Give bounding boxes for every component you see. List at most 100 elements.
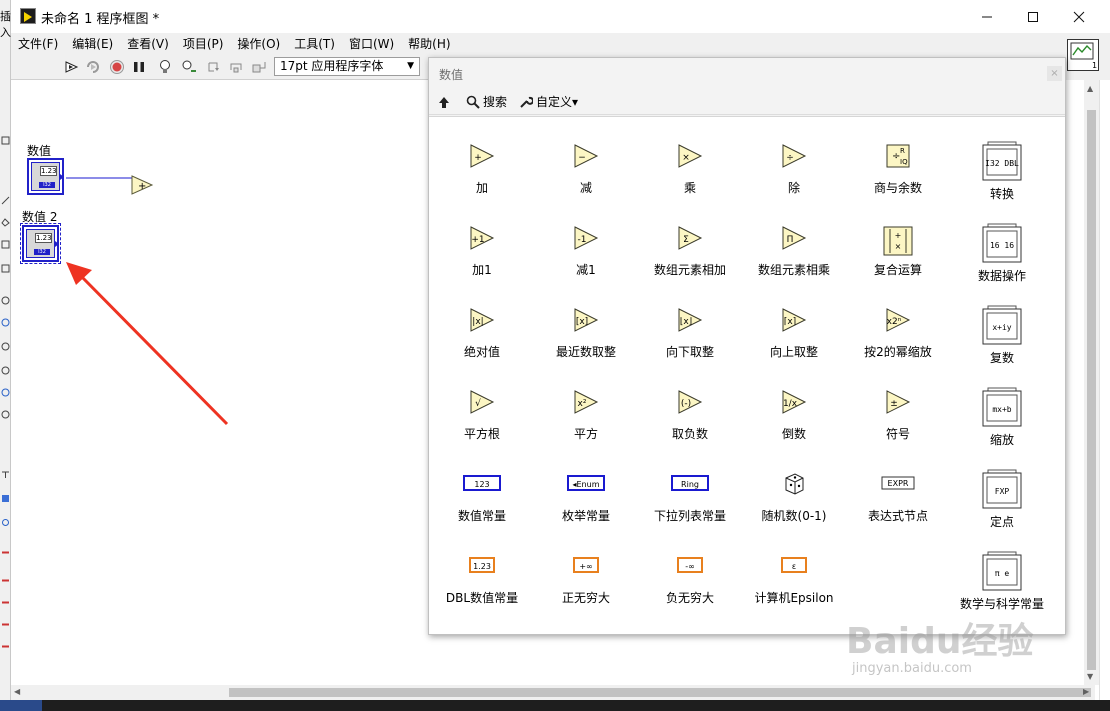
- run-continuously-icon[interactable]: [85, 59, 101, 75]
- palette-item[interactable]: √ 平方根: [430, 385, 534, 465]
- palette-item[interactable]: FXP 定点: [950, 467, 1054, 547]
- palette-item[interactable]: ⌈x⌉ 向上取整: [742, 303, 846, 383]
- tool-icon[interactable]: [1, 494, 10, 503]
- palette-item[interactable]: +∞ 正无穷大: [534, 549, 638, 629]
- add-function-node[interactable]: +: [131, 175, 154, 195]
- palette-item[interactable]: EXPR 表达式节点: [846, 467, 950, 547]
- palette-item[interactable]: 1/x 倒数: [742, 385, 846, 465]
- step-over-icon[interactable]: [229, 59, 245, 75]
- palette-search-button[interactable]: 搜索: [466, 93, 507, 110]
- tool-icon[interactable]: [1, 642, 10, 651]
- tool-icon[interactable]: [1, 576, 10, 585]
- palette-item[interactable]: 1.23 DBL数值常量: [430, 549, 534, 629]
- vertical-scrollbar[interactable]: ▲ ▼: [1084, 80, 1099, 685]
- minimize-button[interactable]: [964, 0, 1010, 33]
- palette-item[interactable]: 16 16 数据操作: [950, 221, 1054, 301]
- palette-item[interactable]: x2ⁿ 按2的幂缩放: [846, 303, 950, 383]
- tool-icon[interactable]: [1, 342, 10, 351]
- palette-customize-button[interactable]: 自定义▾: [519, 93, 578, 110]
- tool-icon[interactable]: [1, 318, 10, 327]
- menu-operate[interactable]: 操作(O): [230, 35, 287, 52]
- menu-tools[interactable]: 工具(T): [287, 35, 342, 52]
- menu-edit[interactable]: 编辑(E): [65, 35, 120, 52]
- retain-wire-values-icon[interactable]: [181, 59, 197, 75]
- numeric-control-terminal-2[interactable]: 1.23 I32: [20, 223, 61, 264]
- palette-close-button[interactable]: ×: [1047, 66, 1062, 81]
- maximize-button[interactable]: [1010, 0, 1056, 33]
- palette-item[interactable]: + 加: [430, 139, 534, 219]
- palette-item[interactable]: ÷ R IQ 商与余数: [846, 139, 950, 219]
- tool-icon[interactable]: [1, 218, 10, 227]
- scroll-right-icon[interactable]: ▶: [1083, 687, 1089, 696]
- abort-icon[interactable]: [109, 59, 125, 75]
- palette-item[interactable]: Π 数组元素相乘: [742, 221, 846, 301]
- palette-item[interactable]: 123 数值常量: [430, 467, 534, 547]
- function-icon: EXPR: [878, 473, 918, 496]
- tool-icon[interactable]: [1, 264, 10, 273]
- tool-icon[interactable]: [1, 136, 10, 145]
- menu-help[interactable]: 帮助(H): [401, 35, 457, 52]
- tool-icon[interactable]: [1, 620, 10, 629]
- palette-item[interactable]: ± 符号: [846, 385, 950, 465]
- tool-icon[interactable]: [1, 296, 10, 305]
- palette-item[interactable]: Ring 下拉列表常量: [638, 467, 742, 547]
- scroll-up-icon[interactable]: ▲: [1087, 84, 1093, 93]
- horizontal-scroll-thumb[interactable]: [229, 688, 1091, 697]
- palette-item[interactable]: Σ 数组元素相加: [638, 221, 742, 301]
- tool-icon[interactable]: [1, 196, 10, 205]
- menu-view[interactable]: 查看(V): [120, 35, 176, 52]
- vertical-scroll-thumb[interactable]: [1087, 110, 1096, 670]
- tool-icon[interactable]: [1, 410, 10, 419]
- scroll-left-icon[interactable]: ◀: [14, 687, 20, 696]
- menu-project[interactable]: 项目(P): [176, 35, 231, 52]
- font-select-value: 17pt 应用程序字体: [280, 59, 384, 73]
- numeric-control-terminal[interactable]: 1.23 I32: [27, 158, 64, 195]
- highlight-execution-icon[interactable]: [157, 59, 173, 75]
- tool-icon[interactable]: [1, 366, 10, 375]
- node-label-numeric-2[interactable]: 数值 2: [22, 208, 57, 225]
- tool-icon[interactable]: [1, 518, 10, 527]
- node-label-numeric[interactable]: 数值: [27, 142, 51, 159]
- function-icon: ÷ R IQ: [885, 143, 911, 172]
- tool-icon[interactable]: [1, 548, 10, 557]
- palette-item[interactable]: × 乘: [638, 139, 742, 219]
- pause-icon[interactable]: [131, 59, 147, 75]
- palette-item[interactable]: -1 减1: [534, 221, 638, 301]
- palette-item[interactable]: +1 加1: [430, 221, 534, 301]
- tool-icon[interactable]: [1, 388, 10, 397]
- palette-item[interactable]: + × 复合运算: [846, 221, 950, 301]
- palette-item[interactable]: − 减: [534, 139, 638, 219]
- tool-icon[interactable]: [1, 240, 10, 249]
- palette-toolbar: 搜索 自定义▾: [429, 89, 1065, 115]
- menu-window[interactable]: 窗口(W): [342, 35, 401, 52]
- svg-text:√: √: [475, 398, 481, 409]
- minimize-icon: [982, 16, 992, 17]
- menu-file[interactable]: 文件(F): [11, 35, 65, 52]
- palette-item[interactable]: ⌊x⌋ 向下取整: [638, 303, 742, 383]
- vi-icon[interactable]: 1: [1067, 39, 1099, 71]
- palette-item[interactable]: I32 DBL 转换: [950, 139, 1054, 219]
- function-icon: +1: [469, 225, 495, 254]
- scroll-down-icon[interactable]: ▼: [1087, 672, 1093, 681]
- palette-item[interactable]: x+iy 复数: [950, 303, 1054, 383]
- palette-item[interactable]: x² 平方: [534, 385, 638, 465]
- tool-icon[interactable]: [1, 598, 10, 607]
- palette-item[interactable]: -∞ 负无穷大: [638, 549, 742, 629]
- tool-icon[interactable]: [1, 470, 10, 479]
- run-arrow-icon[interactable]: [64, 59, 80, 75]
- palette-up-button[interactable]: [437, 95, 454, 109]
- palette-item[interactable]: |x| 绝对值: [430, 303, 534, 383]
- font-select[interactable]: 17pt 应用程序字体 ▼: [274, 57, 420, 76]
- palette-item[interactable]: mx+b 缩放: [950, 385, 1054, 465]
- horizontal-scrollbar[interactable]: ◀ ▶: [11, 685, 1095, 700]
- step-into-icon[interactable]: [207, 59, 223, 75]
- palette-item[interactable]: ε 计算机Epsilon: [742, 549, 846, 629]
- palette-item[interactable]: (-) 取负数: [638, 385, 742, 465]
- close-button[interactable]: [1056, 0, 1102, 33]
- palette-item[interactable]: 随机数(0-1): [742, 467, 846, 547]
- palette-item[interactable]: [x] 最近数取整: [534, 303, 638, 383]
- step-out-icon[interactable]: [251, 59, 267, 75]
- palette-item[interactable]: ÷ 除: [742, 139, 846, 219]
- subpalette-folder-icon: FXP: [982, 469, 1022, 512]
- palette-item[interactable]: ◂Enum 枚举常量: [534, 467, 638, 547]
